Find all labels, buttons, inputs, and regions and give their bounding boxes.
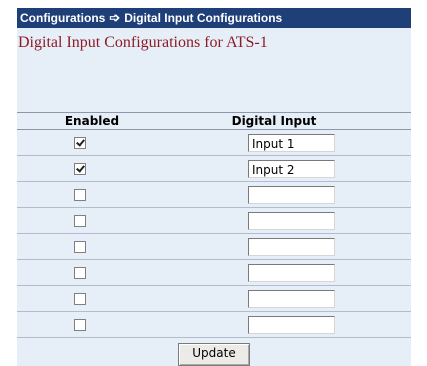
table-body: Input 1 Input 2: [17, 130, 411, 338]
enabled-cell: [17, 214, 167, 227]
enabled-checkbox[interactable]: [73, 266, 86, 279]
page-title: Digital Input Configurations for ATS-1: [18, 34, 268, 51]
table-row: [17, 312, 411, 338]
enabled-checkbox[interactable]: [73, 162, 86, 175]
enabled-checkbox[interactable]: [73, 188, 86, 201]
digital-input-cell: [167, 237, 411, 256]
enabled-checkbox[interactable]: [73, 136, 86, 149]
digital-input-field[interactable]: [248, 237, 335, 256]
digital-input-table: Enabled Digital Input Input 1 Input 2: [17, 112, 411, 338]
digital-input-cell: [167, 211, 411, 230]
enabled-checkbox[interactable]: [73, 292, 86, 305]
digital-input-cell: Input 1: [167, 133, 411, 152]
digital-input-cell: [167, 289, 411, 308]
digital-input-cell: [167, 263, 411, 282]
enabled-checkbox[interactable]: [73, 240, 86, 253]
digital-input-field[interactable]: [248, 263, 335, 282]
digital-input-cell: [167, 185, 411, 204]
table-row: [17, 182, 411, 208]
enabled-cell: [17, 188, 167, 201]
enabled-checkbox[interactable]: [73, 318, 86, 331]
enabled-cell: [17, 136, 167, 149]
digital-input-cell: Input 2: [167, 159, 411, 178]
digital-input-field[interactable]: [248, 289, 335, 308]
header-enabled: Enabled: [64, 114, 120, 128]
digital-input-field[interactable]: [248, 211, 335, 230]
digital-input-field[interactable]: [248, 315, 335, 334]
digital-input-field[interactable]: Input 1: [248, 133, 335, 152]
header-digital-input: Digital Input: [231, 114, 317, 128]
enabled-cell: [17, 318, 167, 331]
table-row: [17, 260, 411, 286]
table-row: [17, 208, 411, 234]
arrow-right-icon: ➩: [109, 10, 121, 25]
table-row: [17, 286, 411, 312]
digital-input-field[interactable]: Input 2: [248, 159, 335, 178]
enabled-cell: [17, 162, 167, 175]
digital-input-cell: [167, 315, 411, 334]
update-button[interactable]: Update: [178, 343, 250, 366]
table-row: Input 1: [17, 130, 411, 156]
enabled-cell: [17, 292, 167, 305]
enabled-checkbox[interactable]: [73, 214, 86, 227]
table-row: [17, 234, 411, 260]
breadcrumb-section[interactable]: Configurations: [20, 11, 105, 25]
breadcrumb-page: Digital Input Configurations: [124, 11, 283, 25]
breadcrumb: Configurations ➩ Digital Input Configurati…: [17, 8, 411, 28]
digital-input-field[interactable]: [248, 185, 335, 204]
enabled-cell: [17, 266, 167, 279]
button-row: Update: [17, 343, 411, 366]
table-row: Input 2: [17, 156, 411, 182]
enabled-cell: [17, 240, 167, 253]
table-header: Enabled Digital Input: [17, 113, 411, 130]
